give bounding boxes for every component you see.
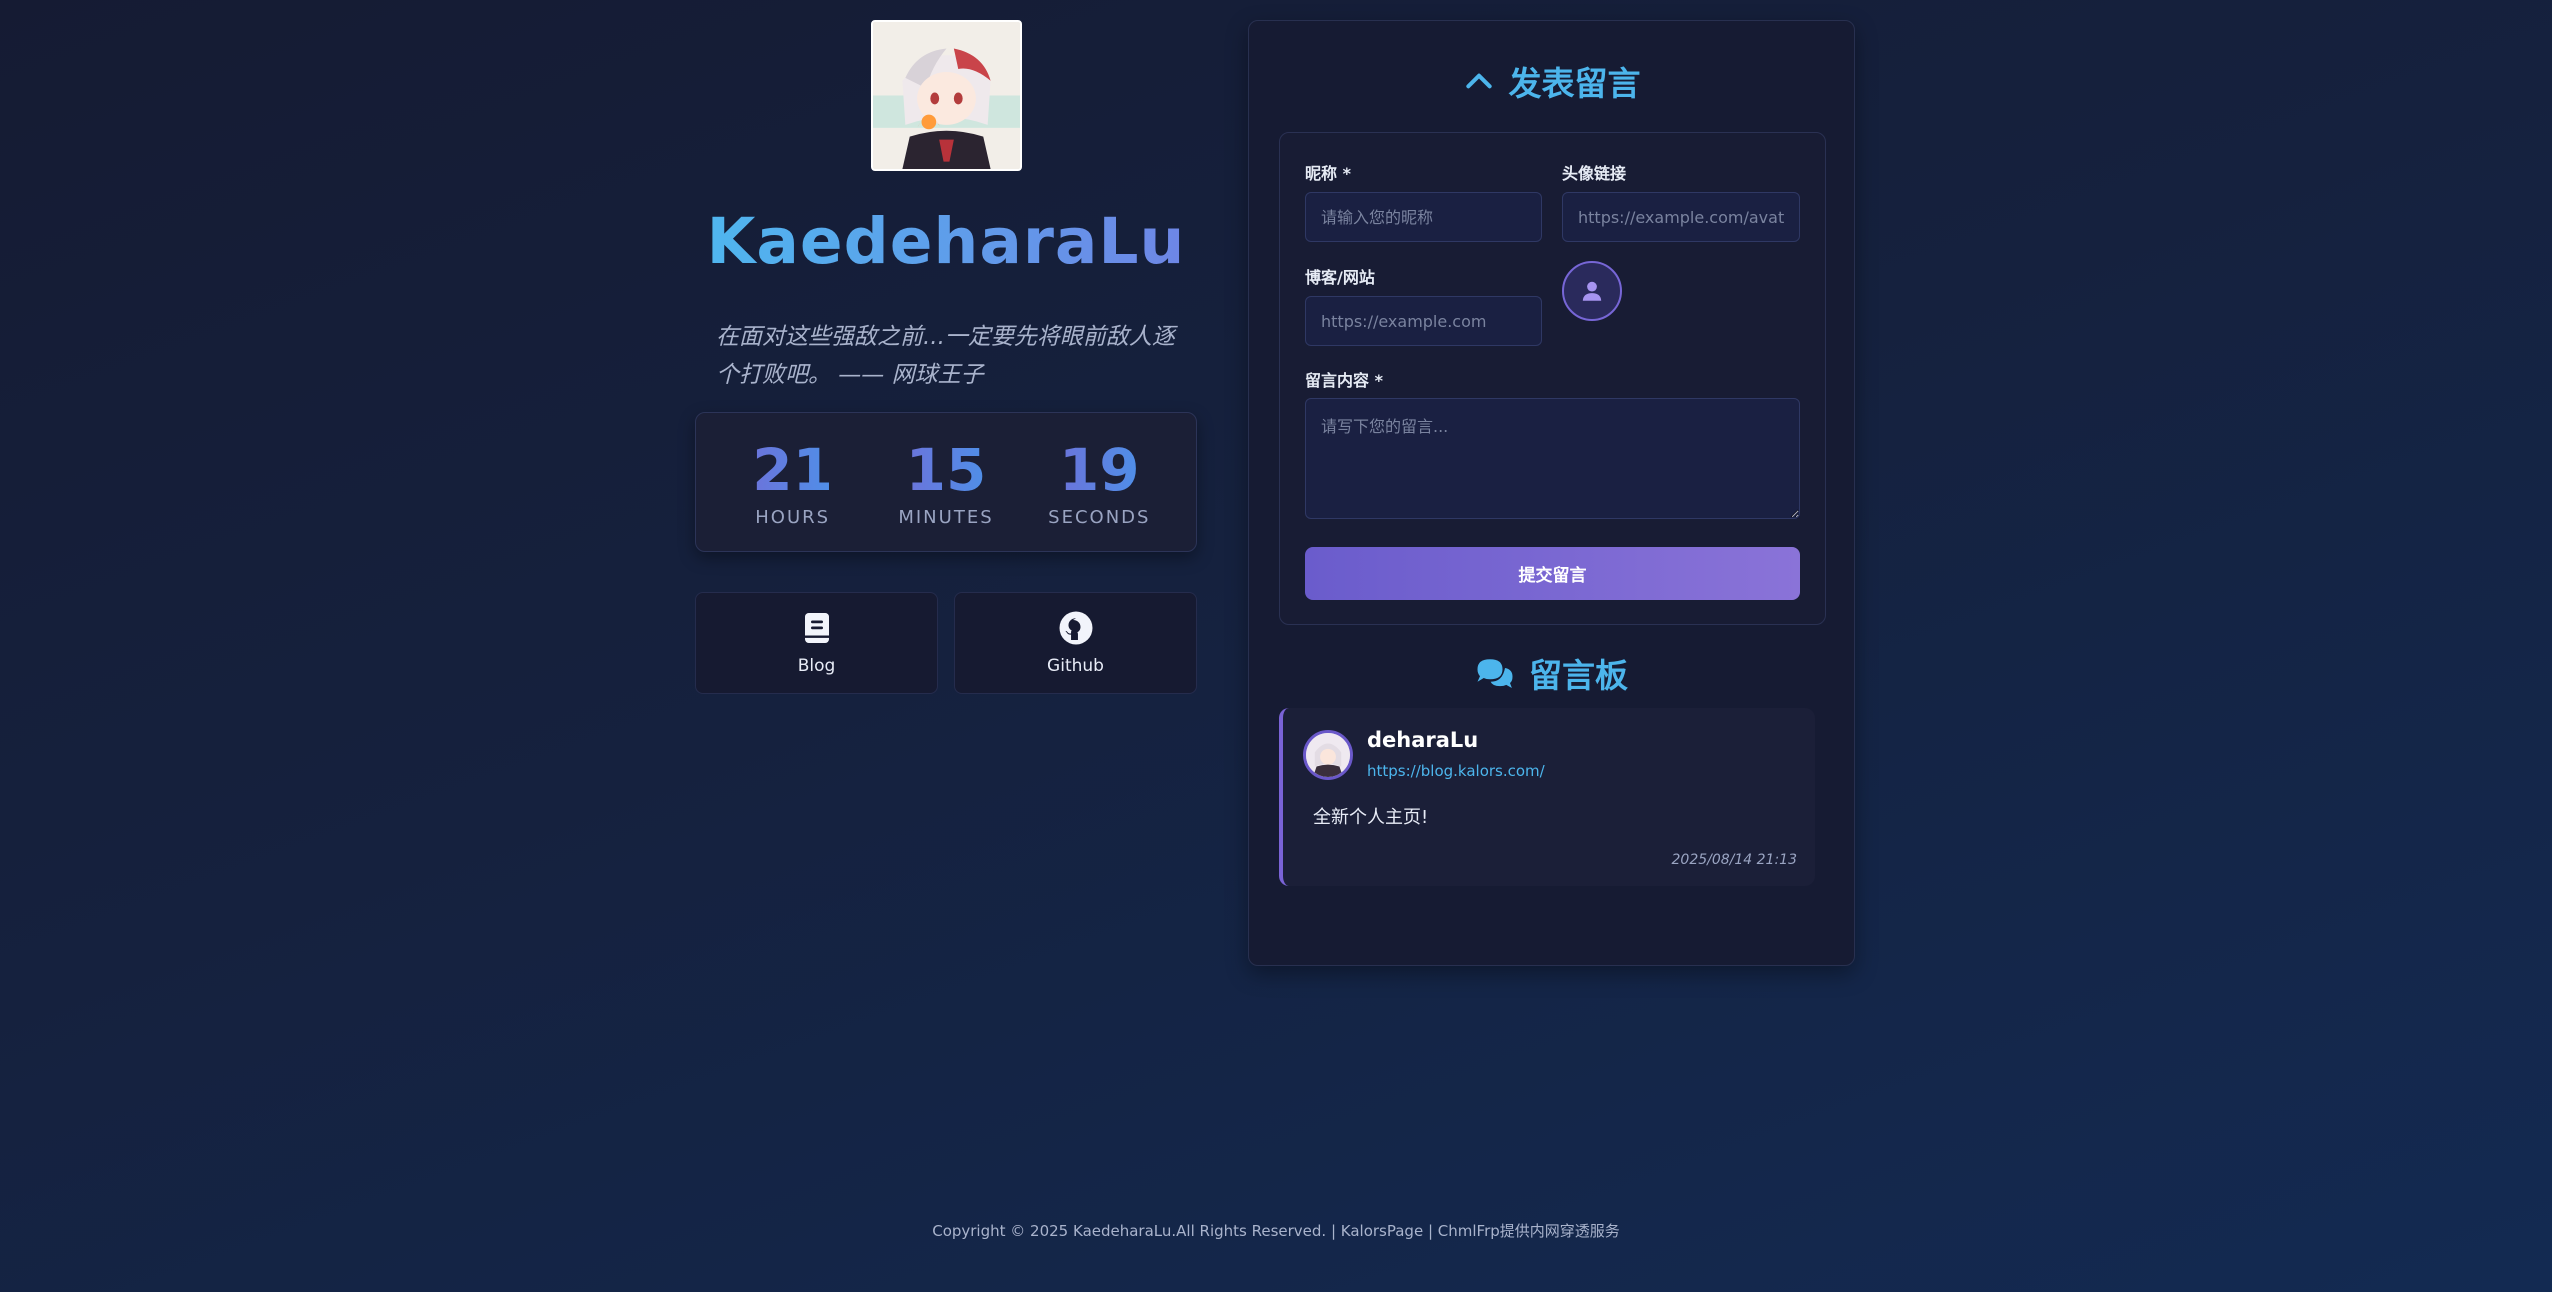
message-card: deharaLu https://blog.kalors.com/ 全新个人主页…	[1279, 708, 1815, 886]
github-link[interactable]: Github	[954, 592, 1197, 694]
form-title: 发表留言	[1508, 64, 1641, 103]
user-icon	[1582, 281, 1602, 301]
content-textarea[interactable]	[1305, 398, 1800, 519]
avatar-url-label: 头像链接	[1562, 164, 1627, 183]
blog-link[interactable]: Blog	[695, 592, 938, 694]
profile-avatar	[870, 20, 1022, 171]
site-title: KaedeharaLu	[706, 205, 1186, 278]
github-link-label: Github	[1047, 656, 1104, 676]
countdown-seconds: 19 SECONDS	[1029, 437, 1169, 528]
message-form: 昵称 * 头像链接 博客/网站 留言内容 * 提交留言	[1279, 132, 1826, 625]
message-avatar-image	[1306, 733, 1350, 777]
guestbook-panel: 发表留言 昵称 * 头像链接 博客/网站 留言内容 * 提交留言 留言板	[1248, 20, 1855, 966]
countdown-minutes-value: 15	[905, 435, 987, 504]
countdown-minutes-label: MINUTES	[898, 506, 994, 528]
anime-avatar-image	[872, 22, 1020, 169]
countdown-seconds-value: 19	[1058, 435, 1140, 504]
board-header: 留言板	[1249, 649, 1854, 697]
message-author: deharaLu	[1367, 728, 1479, 752]
nickname-label: 昵称 *	[1305, 164, 1351, 183]
board-title: 留言板	[1529, 656, 1628, 695]
website-label: 博客/网站	[1305, 268, 1375, 287]
motto-quote: 在面对这些强敌之前...一定要先将眼前敌人逐个打败吧。 —— 网球王子	[716, 324, 1175, 388]
link-cards: Blog Github	[695, 592, 1197, 694]
comments-icon	[1477, 659, 1513, 688]
message-author-link[interactable]: https://blog.kalors.com/	[1367, 762, 1545, 780]
book-icon	[804, 613, 829, 643]
blog-link-label: Blog	[797, 656, 836, 676]
countdown-hours-value: 21	[752, 435, 834, 504]
form-header[interactable]: 发表留言	[1249, 57, 1854, 105]
countdown-hours-label: HOURS	[755, 506, 831, 528]
chevron-up-icon[interactable]	[1463, 65, 1495, 97]
nickname-input[interactable]	[1305, 192, 1542, 242]
profile-section: KaedeharaLu 在面对这些强敌之前...一定要先将眼前敌人逐个打败吧。 …	[695, 20, 1197, 694]
avatar-url-input[interactable]	[1562, 192, 1800, 242]
countdown-seconds-label: SECONDS	[1048, 506, 1151, 528]
message-timestamp: 2025/08/14 21:13	[1671, 852, 1798, 868]
submit-button[interactable]: 提交留言	[1305, 547, 1800, 600]
countdown-minutes: 15 MINUTES	[876, 437, 1016, 528]
website-input[interactable]	[1305, 296, 1542, 346]
countdown-hours: 21 HOURS	[723, 437, 863, 528]
message-avatar	[1303, 730, 1353, 780]
message-text: 全新个人主页!	[1313, 807, 1429, 828]
countdown-timer: 21 HOURS 15 MINUTES 19 SECONDS	[695, 412, 1197, 552]
footer-copyright: Copyright © 2025 KaedeharaLu.All Rights …	[932, 1222, 1620, 1240]
content-label: 留言内容 *	[1305, 371, 1383, 390]
avatar-preview	[1562, 261, 1622, 321]
github-icon	[1059, 611, 1092, 645]
